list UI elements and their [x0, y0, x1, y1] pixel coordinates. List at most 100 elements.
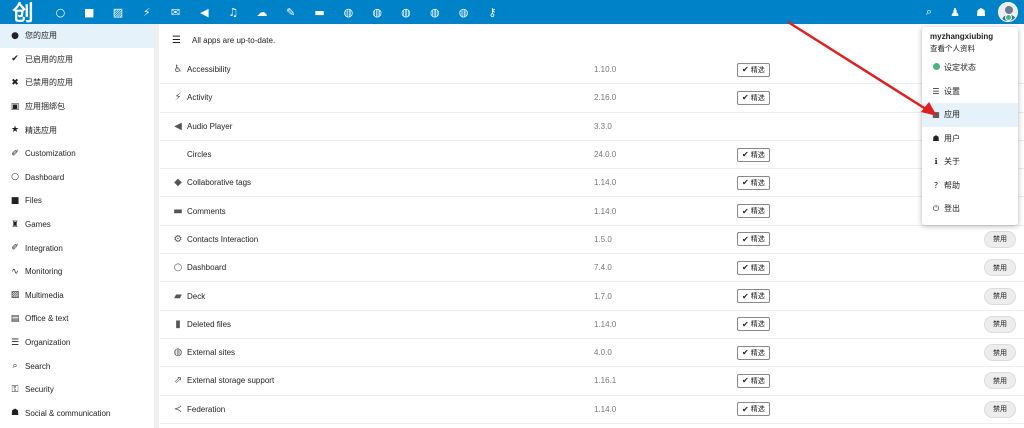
user-menu-item-3[interactable]: ☗ 用户: [922, 127, 1018, 151]
app-name[interactable]: Comments: [187, 207, 226, 216]
key-icon[interactable]: ⚷: [478, 0, 507, 24]
app-row[interactable]: ○ Dashboard 7.4.0 ✔ 精选 禁用: [160, 254, 1024, 283]
app-icon: ≺: [173, 403, 183, 415]
logo[interactable]: 创: [0, 0, 46, 25]
app-row[interactable]: Circles 24.0.0 ✔ 精选: [160, 141, 1024, 170]
sidebar-item-label: Games: [25, 220, 51, 230]
activity-icon[interactable]: ⚡: [132, 0, 161, 24]
user-menu-header[interactable]: myzhangxiubing 查看个人资料: [922, 27, 1018, 56]
app-row[interactable]: ≺ Federation 1.14.0 ✔ 精选 禁用: [160, 396, 1024, 424]
sidebar-item-label: 已启用的应用: [25, 54, 73, 64]
image-icon[interactable]: ▨: [104, 0, 133, 24]
cloud-icon[interactable]: ☁: [248, 0, 277, 24]
featured-badge: ✔ 精选: [737, 232, 770, 247]
top-bar: 创 ○ ■ ▨ ⚡ ✉ ◀ ♫ ☁ ✎ ▬ ◍ ◍ ◍ ◍ ◍ ⚷ ⌕ ♟ ☗: [0, 0, 1024, 25]
sidebar-item-label: Dashboard: [25, 172, 65, 182]
globe-icon-4[interactable]: ◍: [420, 0, 449, 24]
folder-icon[interactable]: ■: [75, 0, 104, 24]
app-name[interactable]: External storage support: [187, 376, 274, 385]
disable-button[interactable]: 禁用: [984, 287, 1016, 305]
globe-icon-1[interactable]: ◍: [334, 0, 363, 24]
sidebar-item-7[interactable]: ■ Files: [0, 189, 154, 213]
user-menu-item-4[interactable]: ℹ 关于: [922, 150, 1018, 174]
app-name[interactable]: External sites: [187, 348, 235, 357]
sidebar-item-icon: ✖: [11, 77, 19, 88]
sidebar-item-icon: ✔: [11, 54, 19, 65]
app-icon: ▬: [173, 205, 183, 217]
sidebar-scrollbar[interactable]: [155, 24, 159, 428]
sidebar-item-5[interactable]: ✐ Customization: [0, 142, 154, 166]
sidebar-item-10[interactable]: ∿ Monitoring: [0, 260, 154, 284]
sidebar-item-11[interactable]: ▨ Multimedia: [0, 284, 154, 308]
app-name[interactable]: Accessibility: [187, 65, 231, 74]
user-menu-item-2[interactable]: ▦ 应用: [922, 103, 1018, 127]
app-row[interactable]: ⚙ Contacts Interaction 1.5.0 ✔ 精选 禁用: [160, 226, 1024, 255]
app-row[interactable]: ⚡ Activity 2.16.0 ✔ 精选: [160, 84, 1024, 113]
check-icon: ✔: [742, 206, 749, 216]
sidebar-item-8[interactable]: ♜ Games: [0, 213, 154, 237]
sidebar-item-label: Integration: [25, 243, 63, 253]
search-icon[interactable]: ⌕: [916, 0, 942, 24]
globe-icon-5[interactable]: ◍: [449, 0, 478, 24]
deck-icon[interactable]: ▬: [305, 0, 334, 24]
app-name[interactable]: Collaborative tags: [187, 178, 251, 187]
globe-icon-3[interactable]: ◍: [392, 0, 421, 24]
contacts-icon[interactable]: ☗: [968, 0, 994, 24]
app-name[interactable]: Audio Player: [187, 122, 232, 131]
circle-icon[interactable]: ○: [46, 0, 75, 24]
help-icon: ?: [933, 180, 939, 190]
app-row[interactable]: ◆ Collaborative tags 1.14.0 ✔ 精选: [160, 169, 1024, 198]
sidebar-item-16[interactable]: ☗ Social & communication: [0, 402, 154, 426]
sidebar-item-1[interactable]: ✔ 已启用的应用: [0, 48, 154, 72]
sidebar-item-13[interactable]: ☰ Organization: [0, 331, 154, 355]
app-name[interactable]: Deleted files: [187, 320, 231, 329]
user-menu-item-0[interactable]: 设定状态: [922, 56, 1018, 80]
sidebar-item-15[interactable]: ⚿ Security: [0, 378, 154, 402]
app-name[interactable]: Federation: [187, 405, 225, 414]
pen-icon[interactable]: ✎: [276, 0, 305, 24]
mail-icon[interactable]: ✉: [161, 0, 190, 24]
app-name[interactable]: Activity: [187, 93, 212, 102]
app-row[interactable]: ⇗ External storage support 1.16.1 ✔ 精选 禁用: [160, 367, 1024, 396]
user-menu-item-5[interactable]: ? 帮助: [922, 174, 1018, 198]
app-version: 7.4.0: [594, 263, 612, 273]
globe-icon-2[interactable]: ◍: [363, 0, 392, 24]
speaker-icon[interactable]: ◀: [190, 0, 219, 24]
disable-button[interactable]: 禁用: [984, 259, 1016, 277]
user-menu-item-1[interactable]: ☰ 设置: [922, 80, 1018, 104]
app-row[interactable]: ▮ Deleted files 1.14.0 ✔ 精选 禁用: [160, 311, 1024, 339]
sidebar-item-2[interactable]: ✖ 已禁用的应用: [0, 71, 154, 95]
app-row[interactable]: ◀ Audio Player 3.3.0: [160, 113, 1024, 141]
music-icon[interactable]: ♫: [219, 0, 248, 24]
view-profile-link[interactable]: 查看个人资料: [930, 43, 1010, 54]
sidebar-item-4[interactable]: ★ 精选应用: [0, 118, 154, 142]
app-name[interactable]: Deck: [187, 292, 205, 301]
user-menu-label: 应用: [944, 110, 960, 120]
menu-icon[interactable]: ☰: [172, 35, 188, 46]
app-name[interactable]: Dashboard: [187, 263, 226, 272]
notifications-icon[interactable]: ♟: [942, 0, 968, 24]
disable-button[interactable]: 禁用: [984, 230, 1016, 248]
user-menu-item-6[interactable]: ⏻ 登出: [922, 197, 1018, 221]
sidebar-item-6[interactable]: ○ Dashboard: [0, 166, 154, 190]
sidebar-item-12[interactable]: ▤ Office & text: [0, 307, 154, 331]
sidebar-item-label: 已禁用的应用: [25, 78, 73, 88]
app-name[interactable]: Circles: [187, 150, 211, 159]
user-menu-label: 关于: [944, 157, 960, 167]
app-row[interactable]: ◍ External sites 4.0.0 ✔ 精选 禁用: [160, 339, 1024, 368]
disable-button[interactable]: 禁用: [984, 372, 1016, 390]
app-row[interactable]: ▬ Comments 1.14.0 ✔ 精选: [160, 197, 1024, 226]
app-row[interactable]: ♿ Accessibility 1.10.0 ✔ 精选: [160, 56, 1024, 85]
disable-button[interactable]: 禁用: [984, 344, 1016, 362]
disable-button[interactable]: 禁用: [984, 400, 1016, 418]
disable-button[interactable]: 禁用: [984, 315, 1016, 333]
sidebar-item-14[interactable]: ⌕ Search: [0, 354, 154, 378]
sidebar-item-9[interactable]: ✐ Integration: [0, 236, 154, 260]
sidebar-item-3[interactable]: ▣ 应用捆绑包: [0, 95, 154, 119]
app-icon: ▰: [174, 290, 182, 302]
sidebar-item-icon: ∿: [11, 266, 19, 277]
app-row[interactable]: ▰ Deck 1.7.0 ✔ 精选 禁用: [160, 282, 1024, 311]
sidebar-item-0[interactable]: ● 您的应用: [0, 24, 154, 48]
app-name[interactable]: Contacts Interaction: [187, 235, 258, 244]
check-icon: ✔: [742, 404, 749, 414]
